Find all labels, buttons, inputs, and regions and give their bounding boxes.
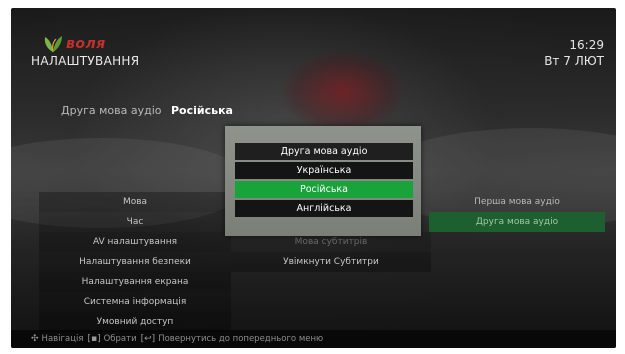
menu-item-time[interactable]: Час — [39, 212, 231, 232]
hint-bar: ✣ Навігація [▪] Обрати [↩] Повернутись д… — [11, 330, 616, 348]
leaf-logo-icon — [44, 36, 62, 53]
clock-date: Вт 7 ЛЮТ — [544, 54, 604, 68]
brand-logo: воля — [43, 33, 106, 55]
back-key-icon: [↩] — [140, 334, 156, 344]
menu-item-system-info[interactable]: Системна інформація — [39, 292, 231, 312]
current-setting-value: Російська — [171, 104, 233, 117]
hint-back: Повернутись до попереднього меню — [158, 334, 324, 344]
settings-menu: Мова Час AV налаштування Налаштування бе… — [39, 192, 231, 332]
dialog-option-ukrainian[interactable]: Українська — [235, 162, 413, 179]
menu-item-language[interactable]: Мова — [39, 192, 231, 212]
hint-navigation: Навігація — [41, 334, 84, 344]
menu-item-conditional-access[interactable]: Умовний доступ — [39, 312, 231, 332]
tv-screen: воля НАЛАШТУВАННЯ 16:29 Вт 7 ЛЮТ Друга м… — [11, 8, 616, 348]
current-setting-label: Друга мова аудіо — [61, 104, 162, 117]
background-red-shape — [283, 52, 403, 132]
language-submenu: Мова субтитрів Увімкнути Субтитри — [231, 232, 431, 272]
submenu-item-enable-subtitles[interactable]: Увімкнути Субтитри — [231, 252, 431, 272]
dialog-option-list: Українська Російська Англійська — [235, 162, 413, 219]
option-second-audio-language[interactable]: Друга мова аудіо — [429, 212, 605, 232]
hint-select: Обрати — [103, 334, 137, 344]
language-select-dialog: Друга мова аудіо Українська Російська Ан… — [225, 126, 421, 236]
dialog-option-english[interactable]: Англійська — [235, 200, 413, 217]
ok-key-icon: [▪] — [87, 334, 101, 344]
menu-item-av-settings[interactable]: AV налаштування — [39, 232, 231, 252]
menu-item-screen-settings[interactable]: Налаштування екрана — [39, 272, 231, 292]
current-setting-summary: Друга мова аудіо Російська — [61, 104, 233, 117]
page-title: НАЛАШТУВАННЯ — [31, 54, 140, 68]
dialog-title: Друга мова аудіо — [235, 143, 413, 160]
clock-time: 16:29 — [569, 38, 604, 52]
audio-language-options: Перша мова аудіо Друга мова аудіо — [429, 192, 605, 232]
option-first-audio-language[interactable]: Перша мова аудіо — [429, 192, 605, 212]
logo-text: воля — [66, 36, 106, 52]
dpad-icon: ✣ — [31, 334, 39, 344]
dialog-option-russian[interactable]: Російська — [235, 181, 413, 198]
menu-item-security-settings[interactable]: Налаштування безпеки — [39, 252, 231, 272]
